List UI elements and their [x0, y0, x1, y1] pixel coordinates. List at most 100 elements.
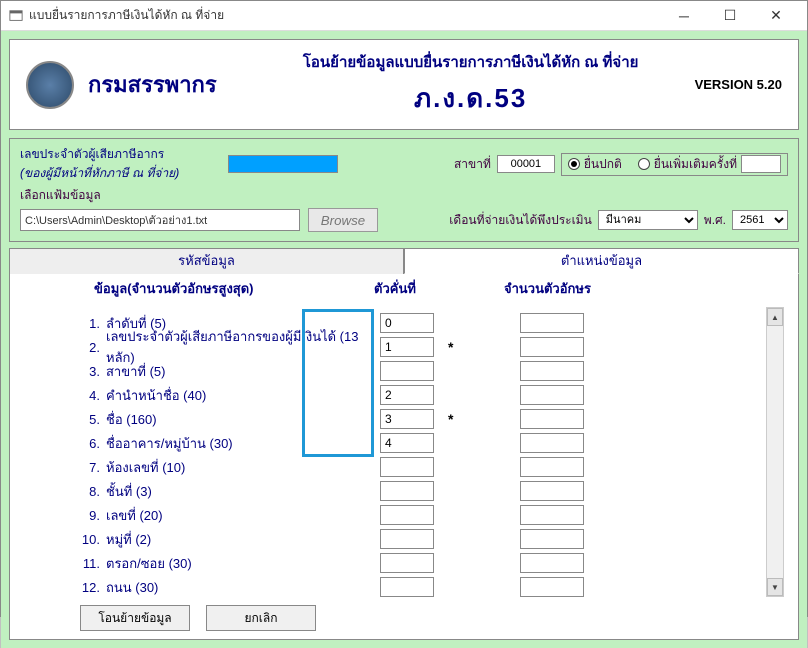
row-number: 11.: [78, 556, 102, 571]
separator-pos-input[interactable]: [380, 337, 434, 357]
char-count-input[interactable]: [520, 385, 584, 405]
row-number: 6.: [78, 436, 102, 451]
radio-additional[interactable]: [638, 158, 650, 170]
branch-input[interactable]: [497, 155, 555, 173]
char-count-input[interactable]: [520, 433, 584, 453]
col-data-label: ข้อมูล(จำนวนตัวอักษรสูงสุด): [94, 278, 374, 299]
char-count-input[interactable]: [520, 361, 584, 381]
row-number: 12.: [78, 580, 102, 595]
maximize-button[interactable]: ☐: [707, 1, 753, 31]
row-number: 8.: [78, 484, 102, 499]
separator-pos-input[interactable]: [380, 553, 434, 573]
radio-additional-label: ยื่นเพิ่มเติมครั้งที่: [654, 155, 737, 174]
char-count-input[interactable]: [520, 337, 584, 357]
cancel-button[interactable]: ยกเลิก: [206, 605, 316, 631]
char-count-input[interactable]: [520, 505, 584, 525]
table-row: 7.ห้องเลขที่ (10): [78, 455, 758, 479]
separator-pos-input[interactable]: [380, 529, 434, 549]
year-select[interactable]: 2561: [732, 210, 788, 230]
radio-normal-label: ยื่นปกติ: [584, 155, 622, 174]
browse-button[interactable]: Browse: [308, 208, 378, 232]
row-label: สาขาที่ (5): [102, 361, 370, 382]
table-row: 3.สาขาที่ (5): [78, 359, 758, 383]
row-label: ชั้นที่ (3): [102, 481, 370, 502]
minimize-button[interactable]: ─: [661, 1, 707, 31]
tax-id-input[interactable]: [228, 155, 338, 173]
tab-content: ข้อมูล(จำนวนตัวอักษรสูงสุด) ตัวคั่นที่ จ…: [9, 274, 799, 640]
required-asterisk: *: [444, 339, 464, 355]
additional-times-input[interactable]: [741, 155, 781, 173]
table-row: 5.ชื่อ (160)*: [78, 407, 758, 431]
row-label: ตรอก/ซอย (30): [102, 553, 370, 574]
separator-pos-input[interactable]: [380, 313, 434, 333]
char-count-input[interactable]: [520, 457, 584, 477]
vertical-scrollbar[interactable]: ▲ ▼: [766, 307, 784, 597]
char-count-input[interactable]: [520, 409, 584, 429]
app-window: แบบยื่นรายการภาษีเงินได้หัก ณ ที่จ่าย ─ …: [0, 0, 808, 617]
row-label: ถนน (30): [102, 577, 370, 598]
file-label: เลือกแฟ้มข้อมูล: [20, 186, 101, 205]
separator-pos-input[interactable]: [380, 505, 434, 525]
char-count-input[interactable]: [520, 313, 584, 333]
version-label: VERSION 5.20: [695, 77, 782, 92]
window-title: แบบยื่นรายการภาษีเงินได้หัก ณ ที่จ่าย: [29, 6, 661, 25]
char-count-input[interactable]: [520, 577, 584, 597]
row-number: 9.: [78, 508, 102, 523]
separator-pos-input[interactable]: [380, 481, 434, 501]
col-separator-pos: ตัวคั่นที่: [374, 278, 504, 299]
header-subtitle: โอนย้ายข้อมูลแบบยื่นรายการภาษีเงินได้หัก…: [247, 50, 695, 74]
row-number: 4.: [78, 388, 102, 403]
table-row: 9.เลขที่ (20): [78, 503, 758, 527]
scroll-up-button[interactable]: ▲: [767, 308, 783, 326]
row-number: 1.: [78, 316, 102, 331]
separator-pos-input[interactable]: [380, 409, 434, 429]
separator-pos-input[interactable]: [380, 577, 434, 597]
client-area: กรมสรรพากร โอนย้ายข้อมูลแบบยื่นรายการภาษ…: [1, 31, 807, 648]
table-row: 4.คำนำหน้าชื่อ (40): [78, 383, 758, 407]
tabs-row: รหัสข้อมูล ตำแหน่งข้อมูล: [9, 248, 799, 274]
radio-normal[interactable]: [568, 158, 580, 170]
row-label: หมู่ที่ (2): [102, 529, 370, 550]
separator-pos-input[interactable]: [380, 457, 434, 477]
table-row: 10.หมู่ที่ (2): [78, 527, 758, 551]
char-count-input[interactable]: [520, 529, 584, 549]
separator-pos-input[interactable]: [380, 433, 434, 453]
scroll-track[interactable]: [767, 327, 783, 577]
year-label: พ.ศ.: [704, 211, 726, 230]
close-button[interactable]: ✕: [753, 1, 799, 31]
row-label: คำนำหน้าชื่อ (40): [102, 385, 370, 406]
titlebar: แบบยื่นรายการภาษีเงินได้หัก ณ ที่จ่าย ─ …: [1, 1, 807, 31]
footer-buttons: โอนย้ายข้อมูล ยกเลิก: [10, 599, 798, 639]
filing-type-group: ยื่นปกติ ยื่นเพิ่มเติมครั้งที่: [561, 153, 788, 176]
scroll-down-button[interactable]: ▼: [767, 578, 783, 596]
file-path-input[interactable]: [20, 209, 300, 231]
required-asterisk: *: [444, 411, 464, 427]
table-row: 8.ชั้นที่ (3): [78, 479, 758, 503]
dept-name: กรมสรรพากร: [88, 67, 217, 102]
tab-position-data[interactable]: ตำแหน่งข้อมูล: [404, 248, 799, 274]
row-number: 2.: [78, 340, 102, 355]
tax-id-sublabel: (ของผู้มีหน้าที่หักภาษี ณ ที่จ่าย): [20, 164, 220, 183]
table-row: 12.ถนน (30): [78, 575, 758, 599]
form-code: ภ.ง.ด.53: [247, 78, 695, 119]
char-count-input[interactable]: [520, 553, 584, 573]
tab-code-data[interactable]: รหัสข้อมูล: [9, 248, 404, 274]
month-select[interactable]: มีนาคม: [598, 210, 698, 230]
header-panel: กรมสรรพากร โอนย้ายข้อมูลแบบยื่นรายการภาษ…: [9, 39, 799, 130]
row-label: ชื่อ (160): [102, 409, 370, 430]
table-row: 6.ชื่ออาคาร/หมู่บ้าน (30): [78, 431, 758, 455]
revenue-dept-logo: [26, 61, 74, 109]
row-label: เลขที่ (20): [102, 505, 370, 526]
char-count-input[interactable]: [520, 481, 584, 501]
row-label: ห้องเลขที่ (10): [102, 457, 370, 478]
row-number: 10.: [78, 532, 102, 547]
grid-body: ▲ ▼ 1.ลำดับที่ (5)2.เลขประจำตัวผู้เสียภา…: [10, 305, 798, 599]
grid-header: ข้อมูล(จำนวนตัวอักษรสูงสุด) ตัวคั่นที่ จ…: [10, 274, 798, 305]
col-char-count: จำนวนตัวอักษร: [504, 278, 644, 299]
transfer-button[interactable]: โอนย้ายข้อมูล: [80, 605, 190, 631]
separator-pos-input[interactable]: [380, 385, 434, 405]
branch-label: สาขาที่: [454, 155, 491, 174]
tax-id-label: เลขประจำตัวผู้เสียภาษีอากร: [20, 145, 220, 164]
table-row: 2.เลขประจำตัวผู้เสียภาษีอากรของผู้มีเงิน…: [78, 335, 758, 359]
separator-pos-input[interactable]: [380, 361, 434, 381]
